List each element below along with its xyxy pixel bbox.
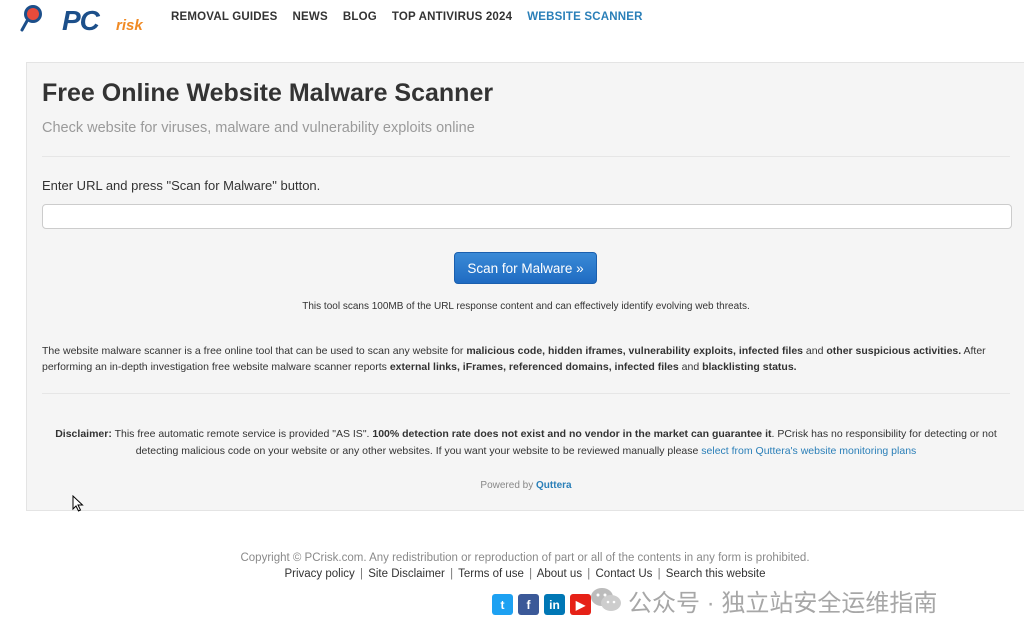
disclaimer-bold: 100% detection rate does not exist and n…	[372, 428, 772, 440]
main-nav: REMOVAL GUIDES NEWS BLOG TOP ANTIVIRUS 2…	[171, 11, 658, 23]
site-header: PC risk REMOVAL GUIDES NEWS BLOG TOP ANT…	[0, 0, 1024, 40]
desc-bold: other suspicious activities.	[826, 345, 962, 357]
youtube-icon[interactable]: ▶	[570, 594, 591, 615]
mouse-cursor-icon	[72, 495, 84, 512]
facebook-icon[interactable]: f	[518, 594, 539, 615]
wechat-icon	[591, 588, 621, 611]
quttera-link[interactable]: Quttera	[536, 480, 572, 491]
desc-bold: blacklisting status.	[702, 361, 797, 373]
logo-accent-text: risk	[116, 17, 143, 34]
desc-bold: malicious code, hidden iframes, vulnerab…	[466, 345, 804, 357]
url-input[interactable]	[42, 204, 1012, 229]
nav-website-scanner[interactable]: WEBSITE SCANNER	[527, 11, 642, 23]
scanner-panel: Free Online Website Malware Scanner Chec…	[26, 62, 1024, 511]
scanner-description: The website malware scanner is a free on…	[42, 343, 1017, 375]
copyright-text: Copyright © PCrisk.com. Any redistributi…	[240, 552, 810, 564]
page-subtitle: Check website for viruses, malware and v…	[42, 120, 475, 136]
wechat-watermark: 公众号 · 独立站安全运维指南	[590, 583, 937, 617]
disclaimer-label: Disclaimer:	[55, 428, 112, 440]
watermark-text: 公众号 · 独立站安全运维指南	[628, 589, 938, 617]
footer-links: Privacy policy | Site Disclaimer | Terms…	[0, 568, 1024, 580]
separator: |	[657, 568, 661, 580]
powered-by: Powered by Quttera	[27, 480, 1024, 491]
monitoring-plans-link[interactable]: select from Quttera's website monitoring…	[701, 445, 916, 457]
desc-text: and	[678, 361, 703, 373]
logo-text: PC	[62, 5, 100, 36]
separator: |	[450, 568, 454, 580]
desc-text: The website malware scanner is a free on…	[42, 345, 467, 357]
desc-bold: external links, iFrames, referenced doma…	[389, 361, 679, 373]
url-label: Enter URL and press "Scan for Malware" b…	[42, 178, 321, 193]
desc-text: and	[803, 345, 827, 357]
linkedin-icon[interactable]: in	[544, 594, 565, 615]
disclaimer: Disclaimer: This free automatic remote s…	[42, 426, 1010, 460]
footer-link-site-disclaimer[interactable]: Site Disclaimer	[368, 568, 445, 580]
nav-top-antivirus[interactable]: TOP ANTIVIRUS 2024	[392, 11, 512, 23]
divider	[42, 393, 1010, 394]
page-title: Free Online Website Malware Scanner	[42, 79, 494, 107]
footer-link-contact-us[interactable]: Contact Us	[596, 568, 653, 580]
footer-link-search-website[interactable]: Search this website	[666, 568, 766, 580]
separator: |	[360, 568, 363, 580]
magnifier-logo-icon	[20, 5, 42, 32]
scan-note: This tool scans 100MB of the URL respons…	[302, 301, 750, 312]
social-links: t f in ▶	[492, 594, 591, 615]
pcrisk-logo[interactable]: PC risk	[20, 2, 145, 36]
twitter-icon[interactable]: t	[492, 594, 513, 615]
footer-link-privacy-policy[interactable]: Privacy policy	[284, 568, 354, 580]
nav-removal-guides[interactable]: REMOVAL GUIDES	[171, 11, 278, 23]
scan-for-malware-button[interactable]: Scan for Malware »	[454, 252, 597, 284]
footer-link-terms-of-use[interactable]: Terms of use	[458, 568, 524, 580]
nav-news[interactable]: NEWS	[293, 11, 328, 23]
separator: |	[529, 568, 533, 580]
disclaimer-text: This free automatic remote service is pr…	[111, 428, 373, 440]
separator: |	[587, 568, 591, 580]
footer-link-about-us[interactable]: About us	[537, 568, 582, 580]
divider	[42, 156, 1010, 157]
powered-by-label: Powered by	[480, 480, 537, 491]
nav-blog[interactable]: BLOG	[343, 11, 377, 23]
